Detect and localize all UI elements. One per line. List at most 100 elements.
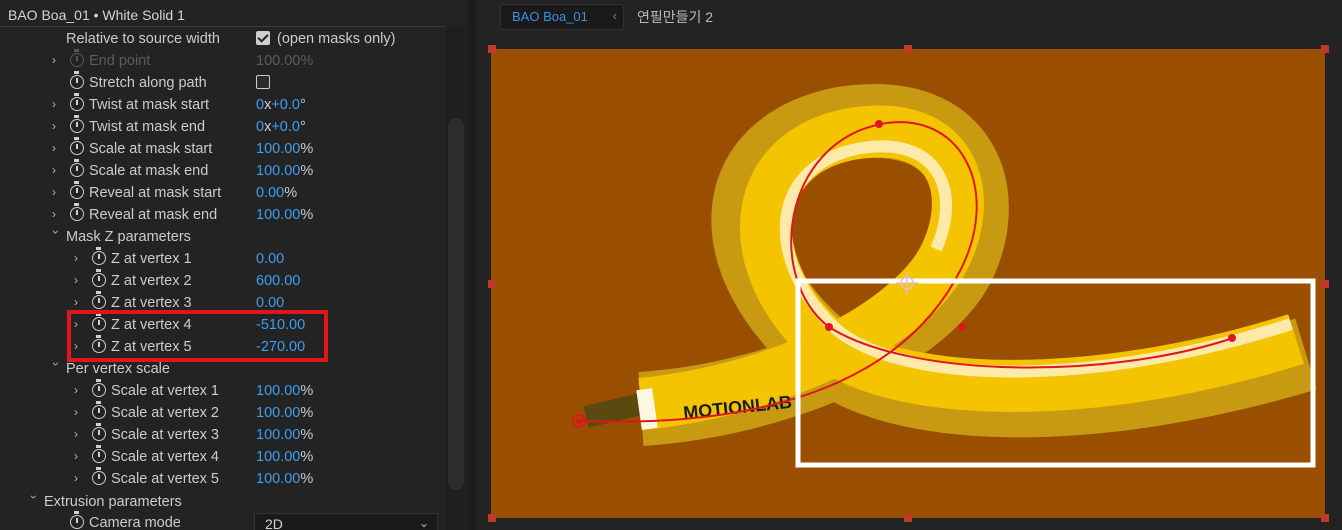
- chevron-right-icon[interactable]: ›: [52, 119, 62, 133]
- transform-handle[interactable]: [904, 514, 912, 522]
- stopwatch-icon[interactable]: [70, 159, 84, 177]
- stopwatch-icon[interactable]: [70, 511, 84, 529]
- value-degrees[interactable]: +0.0: [271, 119, 300, 135]
- row-scale-at-vertex-5: › Scale at vertex 5 100.00%: [0, 467, 446, 490]
- mask-vertex-5[interactable]: [1228, 334, 1236, 342]
- mask-vertex-3[interactable]: [825, 323, 833, 331]
- row-value[interactable]: 100.00%: [256, 163, 313, 179]
- chevron-down-icon[interactable]: ›: [49, 230, 63, 240]
- stopwatch-icon[interactable]: [70, 137, 84, 155]
- transform-handle[interactable]: [1321, 514, 1329, 522]
- checkbox-caption: (open masks only): [277, 31, 396, 47]
- transform-handle[interactable]: [1321, 280, 1329, 288]
- stopwatch-icon[interactable]: [92, 401, 106, 419]
- row-label: Reveal at mask start: [89, 185, 222, 201]
- row-value[interactable]: 100.00%: [256, 207, 313, 223]
- chevron-right-icon[interactable]: ›: [52, 185, 62, 199]
- row-value[interactable]: 0.00: [256, 295, 284, 311]
- mask-vertex-2[interactable]: [875, 120, 883, 128]
- stopwatch-icon[interactable]: [92, 423, 106, 441]
- chevron-right-icon[interactable]: ›: [52, 141, 62, 155]
- scrollbar-thumb[interactable]: [448, 118, 464, 490]
- mask-vertex-4[interactable]: [958, 323, 966, 331]
- transform-handle[interactable]: [488, 514, 496, 522]
- row-value[interactable]: 100.00%: [256, 471, 313, 487]
- value-number[interactable]: 100.00: [256, 427, 300, 443]
- chevron-right-icon[interactable]: ›: [52, 53, 62, 67]
- value-number[interactable]: 100.00: [256, 207, 300, 223]
- stopwatch-icon[interactable]: [92, 379, 106, 397]
- stopwatch-icon[interactable]: [70, 181, 84, 199]
- stopwatch-icon[interactable]: [70, 71, 84, 89]
- row-value[interactable]: 600.00: [256, 273, 300, 289]
- stopwatch-icon[interactable]: [70, 115, 84, 133]
- chevron-down-icon[interactable]: ›: [27, 495, 41, 505]
- value-number[interactable]: 100.00: [256, 471, 300, 487]
- stopwatch-icon[interactable]: [92, 291, 106, 309]
- row-value[interactable]: 100.00%: [256, 427, 313, 443]
- stopwatch-icon[interactable]: [92, 445, 106, 463]
- chevron-right-icon[interactable]: ›: [52, 207, 62, 221]
- row-value[interactable]: 100.00%: [256, 449, 313, 465]
- mask-vertex-1-dot[interactable]: [576, 418, 582, 424]
- camera-mode-dropdown[interactable]: 2D ⌄: [254, 513, 438, 530]
- chevron-right-icon[interactable]: ›: [74, 449, 84, 463]
- chevron-right-icon[interactable]: ›: [74, 251, 84, 265]
- group-per-vertex-scale[interactable]: › Per vertex scale: [0, 358, 446, 380]
- group-mask-z-parameters[interactable]: › Mask Z parameters: [0, 226, 446, 248]
- chevron-down-icon[interactable]: ›: [49, 362, 63, 372]
- transform-handle[interactable]: [488, 280, 496, 288]
- checkbox-icon[interactable]: [256, 31, 270, 45]
- row-value[interactable]: 0.00: [256, 251, 284, 267]
- anchor-point-icon[interactable]: [896, 272, 918, 294]
- checkbox-icon[interactable]: [256, 75, 270, 89]
- stopwatch-icon[interactable]: [92, 467, 106, 485]
- row-value[interactable]: 0x+0.0°: [256, 119, 306, 135]
- row-z-at-vertex-1: › Z at vertex 1 0.00: [0, 247, 446, 270]
- stopwatch-icon[interactable]: [70, 203, 84, 221]
- row-value[interactable]: 100.00%: [256, 141, 313, 157]
- chevron-right-icon[interactable]: ›: [52, 163, 62, 177]
- row-value[interactable]: 0.00%: [256, 185, 297, 201]
- row-reveal-at-mask-end: › Reveal at mask end 100.00%: [0, 203, 446, 226]
- value-unit: %: [300, 427, 314, 443]
- highlight-box: [67, 310, 328, 362]
- chevron-right-icon[interactable]: ›: [74, 427, 84, 441]
- transform-handle[interactable]: [488, 45, 496, 53]
- chevron-right-icon[interactable]: ›: [74, 383, 84, 397]
- stopwatch-icon[interactable]: [70, 49, 84, 67]
- breadcrumb[interactable]: 연필만들기 2: [637, 7, 713, 27]
- row-value[interactable]: 100.00%: [256, 405, 313, 421]
- stopwatch-icon[interactable]: [92, 269, 106, 287]
- row-label: Scale at mask end: [89, 163, 209, 179]
- row-value[interactable]: 100.00%: [256, 383, 313, 399]
- transform-handle[interactable]: [904, 45, 912, 53]
- value-unit: %: [300, 383, 314, 399]
- chevron-right-icon[interactable]: ›: [74, 405, 84, 419]
- row-label: Z at vertex 1: [111, 251, 192, 267]
- value-number[interactable]: 100.00: [256, 383, 300, 399]
- panel-divider: [0, 26, 468, 27]
- group-label: Extrusion parameters: [44, 494, 182, 510]
- row-label: Reveal at mask end: [89, 207, 218, 223]
- value-number[interactable]: 0.00: [256, 185, 284, 201]
- row-value[interactable]: 0x+0.0°: [256, 97, 306, 113]
- stopwatch-icon[interactable]: [92, 247, 106, 265]
- chevron-right-icon[interactable]: ›: [74, 471, 84, 485]
- stopwatch-icon[interactable]: [70, 93, 84, 111]
- value-revolutions[interactable]: 0: [256, 97, 264, 113]
- value-number[interactable]: 100.00: [256, 163, 300, 179]
- chevron-left-icon[interactable]: ‹: [613, 8, 617, 23]
- transform-handle[interactable]: [1321, 45, 1329, 53]
- value-number[interactable]: 100.00: [256, 141, 300, 157]
- tab-comp[interactable]: BAO Boa_01 ‹: [500, 4, 624, 30]
- value-number[interactable]: 100.00: [256, 449, 300, 465]
- value-number[interactable]: 100.00: [256, 405, 300, 421]
- value-revolutions[interactable]: 0: [256, 119, 264, 135]
- group-extrusion-parameters[interactable]: › Extrusion parameters: [0, 491, 446, 513]
- chevron-right-icon[interactable]: ›: [74, 295, 84, 309]
- row-label: Stretch along path: [89, 75, 207, 91]
- value-degrees[interactable]: +0.0: [271, 97, 300, 113]
- chevron-right-icon[interactable]: ›: [74, 273, 84, 287]
- chevron-right-icon[interactable]: ›: [52, 97, 62, 111]
